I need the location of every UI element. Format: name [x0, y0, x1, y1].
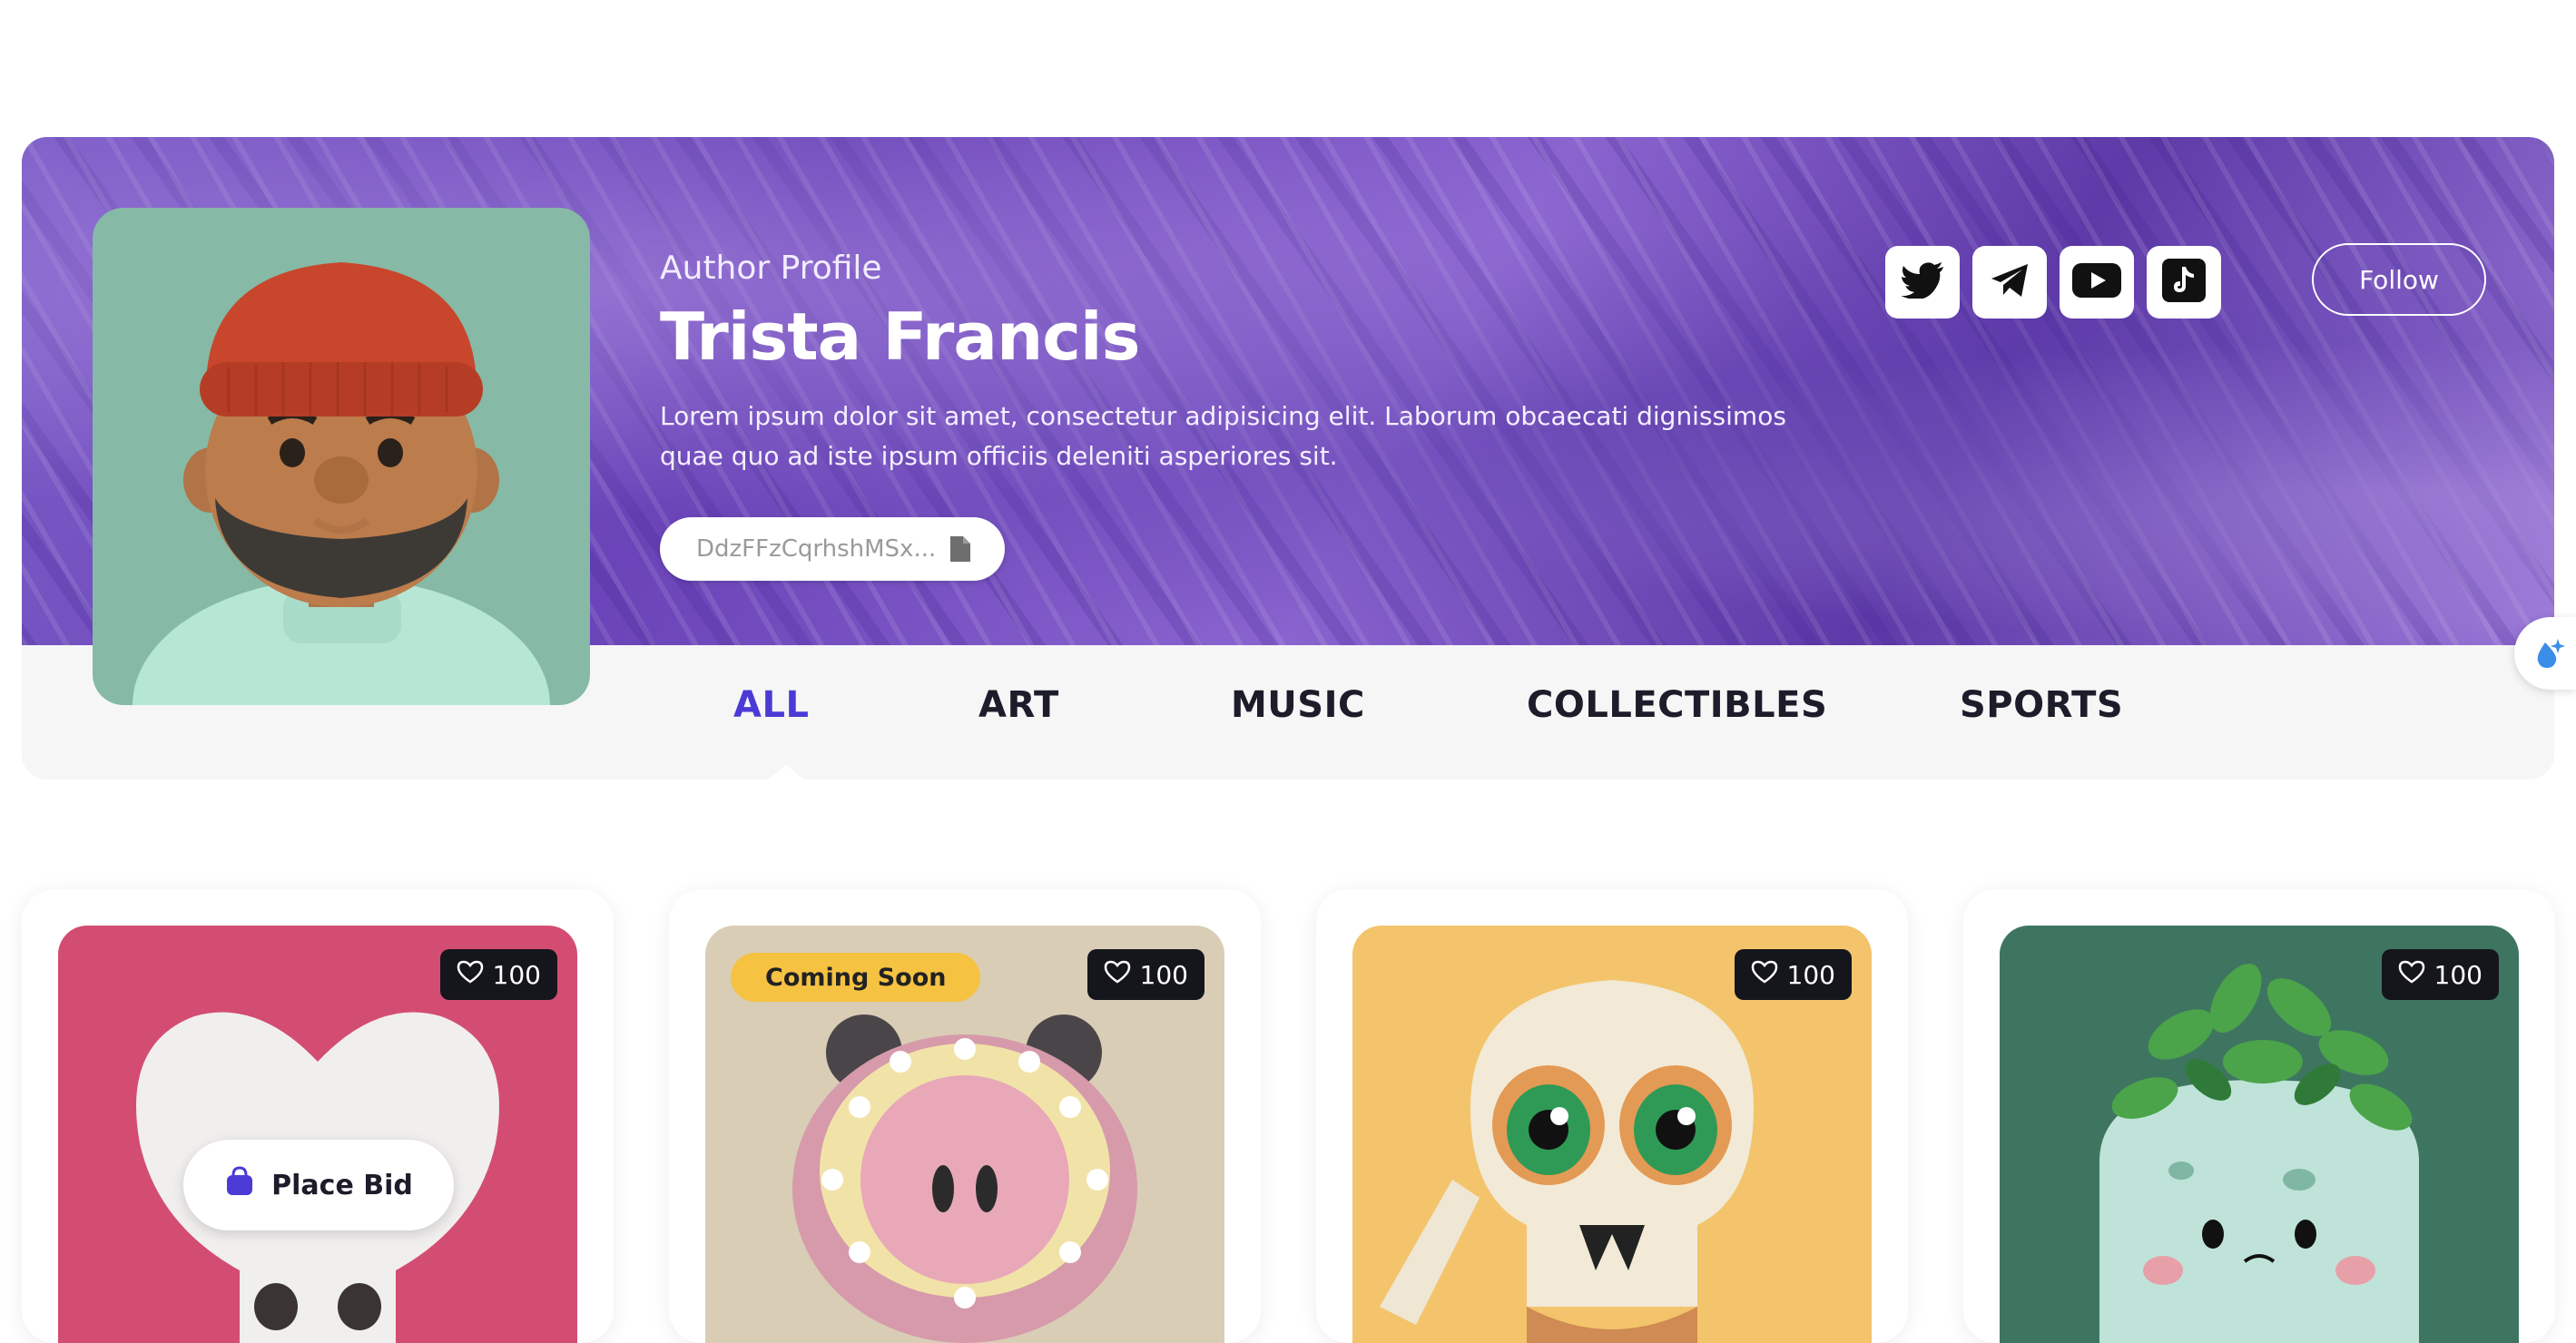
- like-count: 100: [2433, 959, 2483, 990]
- nft-card[interactable]: Coming Soon 100: [669, 889, 1261, 1343]
- heart-icon: [2398, 960, 2425, 990]
- heart-icon: [1751, 960, 1778, 990]
- active-tab-indicator: [766, 765, 806, 779]
- nft-image: 100: [2000, 926, 2519, 1343]
- tab-music[interactable]: MUSIC: [1231, 684, 1365, 726]
- wallet-address-field[interactable]: DdzFFzCqrhshMSx...: [660, 517, 1005, 581]
- tab-all[interactable]: ALL: [733, 684, 809, 726]
- like-counter[interactable]: 100: [439, 949, 557, 1000]
- nft-image: 100: [1352, 926, 1872, 1343]
- like-count: 100: [1139, 959, 1188, 990]
- author-avatar: [93, 208, 590, 705]
- place-bid-button[interactable]: Place Bid: [183, 1140, 454, 1230]
- telegram-icon: [1990, 262, 2030, 302]
- youtube-icon: [2072, 263, 2121, 301]
- nft-card[interactable]: 100 Place Bid: [22, 889, 614, 1343]
- tab-art[interactable]: ART: [978, 684, 1059, 726]
- twitter-button[interactable]: [1885, 246, 1960, 319]
- nft-card[interactable]: 100: [1963, 889, 2555, 1343]
- author-name: Trista Francis: [660, 299, 1140, 375]
- tiktok-icon: [2162, 259, 2206, 306]
- author-profile-section: Author Profile Trista Francis Lorem ipsu…: [22, 137, 2554, 779]
- water-drop-icon: [2531, 635, 2567, 675]
- tiktok-button[interactable]: [2147, 246, 2221, 319]
- like-count: 100: [492, 959, 541, 990]
- tab-sports[interactable]: SPORTS: [1960, 684, 2123, 726]
- nft-image: 100 Place Bid: [58, 926, 577, 1343]
- like-counter[interactable]: 100: [2381, 949, 2499, 1000]
- tab-collectibles[interactable]: COLLECTIBLES: [1527, 684, 1827, 726]
- like-count: 100: [1786, 959, 1835, 990]
- wallet-address: DdzFFzCqrhshMSx...: [696, 535, 937, 563]
- telegram-button[interactable]: [1972, 246, 2047, 319]
- nft-card[interactable]: 100: [1316, 889, 1908, 1343]
- like-counter[interactable]: 100: [1734, 949, 1852, 1000]
- place-bid-label: Place Bid: [271, 1169, 413, 1201]
- heart-icon: [457, 960, 484, 990]
- follow-button[interactable]: Follow: [2312, 243, 2486, 316]
- youtube-button[interactable]: [2060, 246, 2134, 319]
- nft-image: Coming Soon 100: [705, 926, 1224, 1343]
- like-counter[interactable]: 100: [1086, 949, 1204, 1000]
- heart-icon: [1104, 960, 1131, 990]
- author-profile-label: Author Profile: [660, 250, 882, 287]
- author-bio: Lorem ipsum dolor sit amet, consectetur …: [660, 401, 1786, 471]
- twitter-icon: [1901, 262, 1944, 302]
- shopping-bag-icon: [224, 1166, 255, 1204]
- copy-icon[interactable]: [947, 534, 974, 564]
- coming-soon-badge: Coming Soon: [731, 953, 981, 1002]
